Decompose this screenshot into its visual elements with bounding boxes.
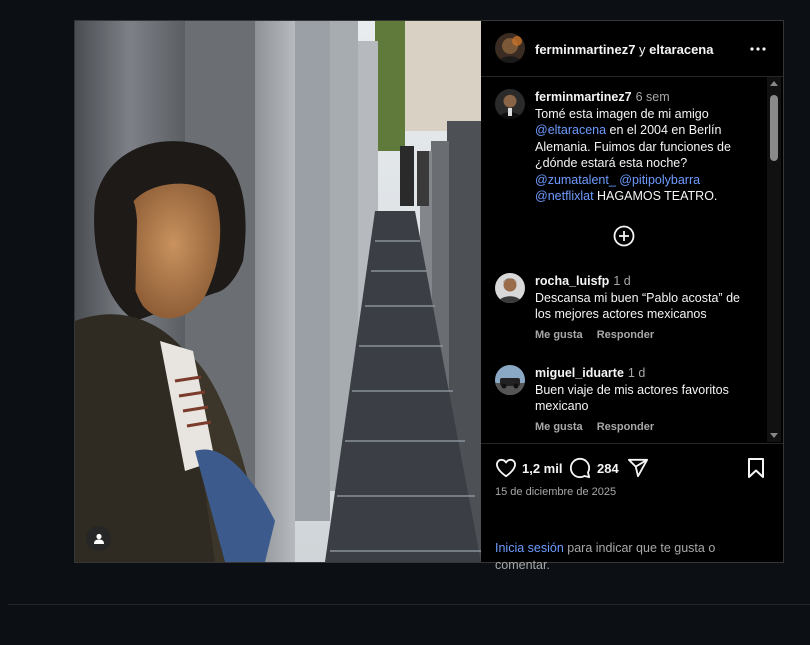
caption-text-1: Tomé esta imagen de mi amigo	[535, 106, 709, 121]
comment-body: rocha_luisfp 1 d Descansa mi buen “Pablo a…	[535, 273, 745, 323]
author-connector: y	[635, 42, 650, 57]
comment-time[interactable]: 1 d	[613, 274, 630, 288]
comment-time[interactable]: 1 d	[628, 366, 645, 380]
post-actions-section: 1,2 mil 284 15 de diciembre de 2025 Inic…	[481, 443, 783, 572]
tagged-users-button[interactable]	[86, 526, 111, 551]
comment-icon[interactable]	[569, 457, 591, 479]
more-dots-icon[interactable]	[749, 40, 767, 58]
comment-actions: Me gusta Responder	[535, 329, 668, 341]
post-photo[interactable]	[75, 21, 481, 562]
caption-text-5: HAGAMOS TEATRO.	[593, 189, 718, 203]
comment-text: Descansa mi buen “Pablo acosta” de los m…	[535, 290, 740, 322]
comments-count[interactable]: 284	[597, 461, 619, 476]
scrollbar-thumb[interactable]	[770, 95, 778, 161]
comment-actions: Me gusta Responder	[535, 421, 668, 433]
scroll-up-arrow-icon[interactable]	[770, 81, 778, 86]
comment-text: Buen viaje de mis actores favoritos mexi…	[535, 382, 729, 414]
commenter-avatar[interactable]	[495, 273, 525, 303]
comment-username[interactable]: miguel_iduarte	[535, 366, 624, 380]
caption-username[interactable]: ferminmartinez7	[535, 90, 632, 104]
comment-like-button[interactable]: Me gusta	[535, 329, 583, 341]
scroll-down-arrow-icon[interactable]	[770, 433, 778, 438]
comments-scrollbar[interactable]	[767, 77, 781, 442]
login-prompt: Inicia sesión para indicar que te gusta …	[495, 540, 755, 574]
likes-count[interactable]: 1,2 mil	[522, 461, 562, 476]
post-caption: ferminmartinez7 6 sem Tomé esta imagen de …	[535, 89, 735, 205]
user-icon	[93, 533, 104, 544]
post-header: ferminmartinez7 y eltaracena	[481, 21, 783, 77]
comment-reply-button[interactable]: Responder	[597, 421, 654, 433]
comment-item: miguel_iduarte 1 d Buen viaje de mis actor…	[495, 365, 765, 443]
comment-item: rocha_luisfp 1 d Descansa mi buen “Pablo a…	[495, 273, 765, 353]
collaborator-username[interactable]: eltaracena	[649, 42, 713, 57]
login-link[interactable]: Inicia sesión	[495, 541, 564, 555]
post-side-panel: ferminmartinez7 y eltaracena ferminmarti…	[481, 21, 783, 572]
post-header-names: ferminmartinez7 y eltaracena	[535, 42, 713, 57]
comment-body: miguel_iduarte 1 d Buen viaje de mis actor…	[535, 365, 745, 415]
commenter-avatar[interactable]	[495, 365, 525, 395]
heart-icon[interactable]	[495, 458, 517, 478]
load-more-comments-icon[interactable]	[613, 225, 635, 247]
mention-link[interactable]: @eltaracena	[535, 123, 606, 137]
comment-like-button[interactable]: Me gusta	[535, 421, 583, 433]
bookmark-icon[interactable]	[747, 457, 765, 479]
post-date[interactable]: 15 de diciembre de 2025	[495, 486, 616, 498]
caption-time[interactable]: 6 sem	[636, 90, 670, 104]
mention-link[interactable]: @netflixlat	[535, 189, 594, 203]
share-icon[interactable]	[627, 458, 649, 478]
mention-link[interactable]: @zumatalent_	[535, 173, 616, 187]
comment-username[interactable]: rocha_luisfp	[535, 274, 609, 288]
mention-link[interactable]: @pitipolybarra	[619, 173, 700, 187]
comment-reply-button[interactable]: Responder	[597, 329, 654, 341]
post-modal: ferminmartinez7 y eltaracena ferminmarti…	[74, 20, 784, 572]
comments-scroll-area[interactable]: ferminmartinez7 6 sem Tomé esta imagen de …	[481, 77, 783, 443]
page-divider	[8, 604, 810, 605]
caption-avatar[interactable]	[495, 89, 525, 119]
author-username[interactable]: ferminmartinez7	[535, 42, 635, 57]
author-avatar[interactable]	[495, 33, 525, 63]
